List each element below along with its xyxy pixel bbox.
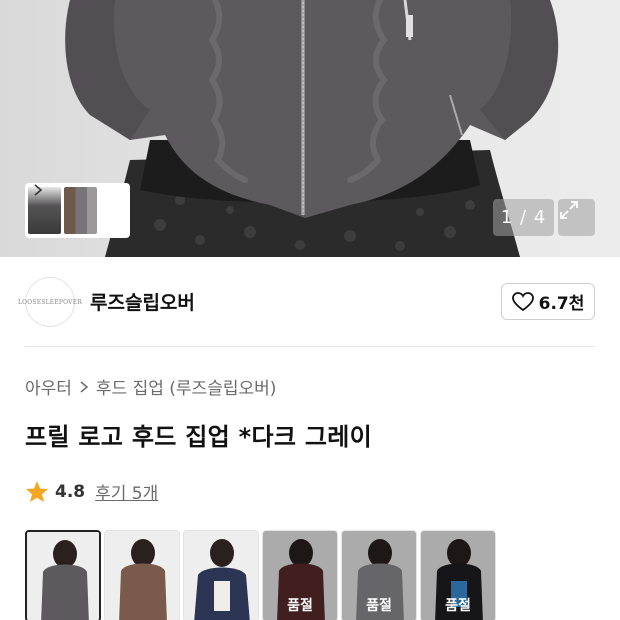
color-option[interactable]: 품절: [262, 530, 338, 620]
color-option[interactable]: [183, 530, 259, 620]
brand-logo-text: LOOSESLEEPOVER: [17, 298, 83, 306]
soldout-label: 품절: [445, 598, 471, 614]
option-image: [184, 531, 258, 620]
divider: [25, 346, 595, 347]
expand-icon: [560, 201, 578, 219]
option-image: [105, 531, 179, 620]
breadcrumb-subcategory[interactable]: 후드 집업 (루즈슬립오버): [96, 374, 276, 399]
breadcrumb-category[interactable]: 아우터: [25, 374, 72, 399]
soldout-label: 품절: [287, 598, 313, 614]
image-counter: 1 / 4: [493, 199, 554, 236]
brand-logo[interactable]: LOOSESLEEPOVER: [18, 277, 82, 327]
chevron-right-icon[interactable]: [31, 183, 45, 197]
brand-name[interactable]: 루즈슬립오버: [90, 288, 195, 315]
chevron-right-icon: [80, 380, 89, 393]
color-option[interactable]: [25, 530, 101, 620]
heart-icon: [511, 291, 534, 311]
rating-row: 4.8 후기 5개: [25, 479, 158, 504]
soldout-label: 품절: [366, 598, 392, 614]
option-image: [27, 532, 99, 620]
review-count-link[interactable]: 후기 5개: [95, 479, 158, 504]
color-option[interactable]: [104, 530, 180, 620]
thumbnail-image[interactable]: [64, 187, 97, 234]
breadcrumb: 아우터 후드 집업 (루즈슬립오버): [25, 374, 276, 399]
product-title: 프릴 로고 후드 집업 *다크 그레이: [25, 423, 373, 451]
color-options: 품절 품절 품절: [25, 530, 620, 620]
color-option[interactable]: 품절: [341, 530, 417, 620]
star-icon: [26, 481, 48, 502]
product-main-image[interactable]: 1 / 4: [0, 0, 620, 257]
image-thumbnail-strip[interactable]: [25, 183, 130, 238]
like-count: 6.7천: [538, 294, 585, 314]
color-option[interactable]: 품절: [420, 530, 496, 620]
like-button[interactable]: 6.7천: [501, 283, 595, 320]
expand-button[interactable]: [558, 199, 595, 236]
rating-score: 4.8: [55, 481, 86, 502]
